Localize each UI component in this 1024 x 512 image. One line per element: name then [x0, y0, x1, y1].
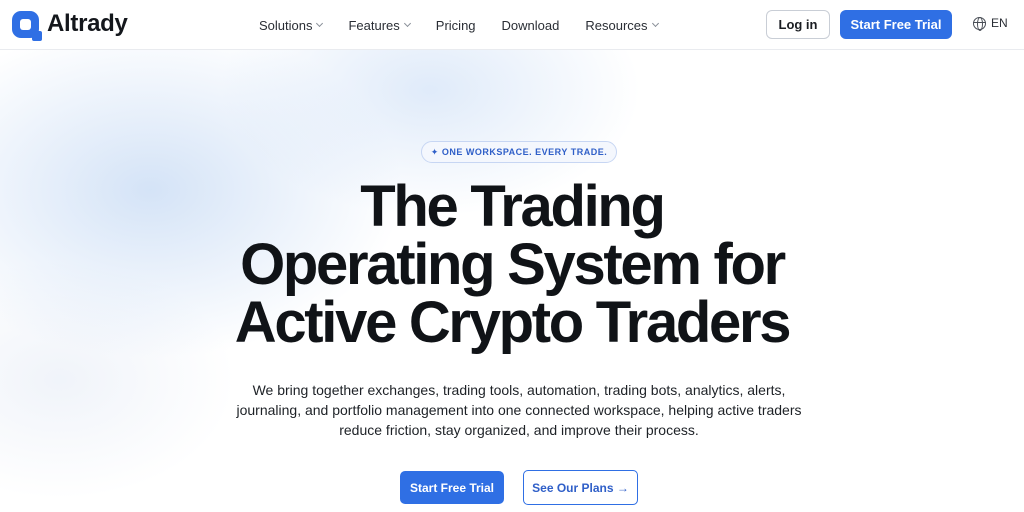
site-header: Altrady Solutions Features Pricing Downl…	[0, 0, 1024, 50]
headline-line-2: Operating System for	[240, 232, 786, 297]
hero-start-free-trial-button[interactable]: Start Free Trial	[400, 471, 504, 504]
nav-item-label: Features	[348, 17, 400, 33]
altrady-logo-icon	[12, 10, 42, 41]
nav-item-label: Solutions	[259, 17, 313, 33]
nav-item-label: Download	[501, 17, 560, 33]
language-code: EN	[991, 16, 1008, 30]
page: Altrady Solutions Features Pricing Downl…	[0, 0, 1024, 512]
nav-item-resources[interactable]: Resources	[585, 17, 659, 33]
login-button[interactable]: Log in	[766, 10, 830, 39]
brand-name: Altrady	[47, 10, 128, 37]
nav-item-pricing[interactable]: Pricing	[436, 18, 476, 33]
headline-line-3: Active Crypto Traders	[234, 290, 792, 355]
hero-badge-text: ✦ ONE WORKSPACE. EVERY TRADE.	[430, 146, 608, 157]
hero-badge: ✦ ONE WORKSPACE. EVERY TRADE.	[421, 141, 617, 163]
nav-item-solutions[interactable]: Solutions	[259, 17, 324, 33]
chevron-down-icon	[316, 19, 324, 28]
chevron-down-icon	[403, 19, 411, 28]
start-free-trial-button[interactable]: Start Free Trial	[840, 10, 952, 39]
language-selector[interactable]: EN	[973, 16, 1008, 31]
globe-icon	[973, 16, 986, 31]
nav-item-features[interactable]: Features	[348, 17, 411, 33]
nav-item-label: Pricing	[435, 17, 476, 33]
hero-headline: The Trading Operating System for Active …	[0, 178, 1024, 352]
main-nav: Solutions Features Pricing Download Reso…	[259, 0, 684, 50]
see-our-plans-button[interactable]: See Our Plans →	[523, 470, 638, 505]
nav-item-label: Resources	[585, 17, 648, 33]
brand-logo[interactable]: Altrady	[12, 10, 128, 41]
headline-line-1: The Trading	[360, 174, 666, 239]
chevron-down-icon	[651, 19, 659, 28]
nav-item-download[interactable]: Download	[502, 18, 560, 33]
hero-subtext: We bring together exchanges, trading too…	[236, 382, 802, 438]
